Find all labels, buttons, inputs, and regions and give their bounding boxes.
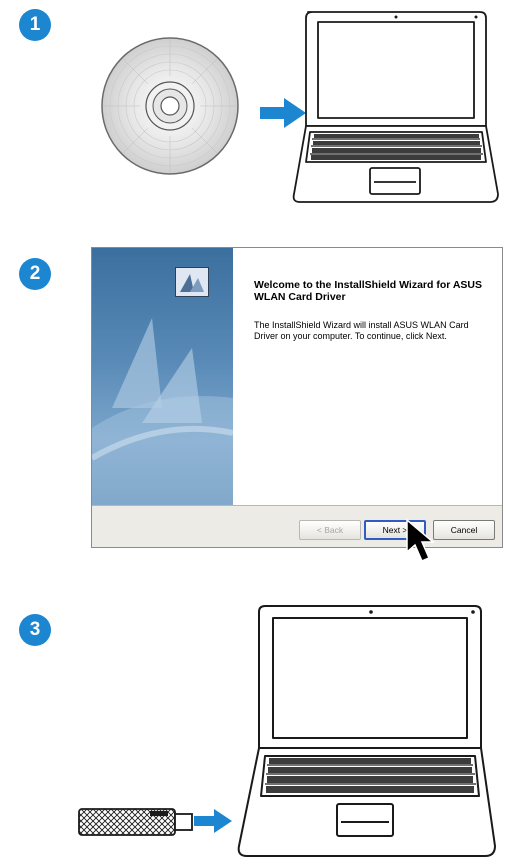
wizard-side-banner (92, 248, 233, 505)
step-2-badge: 2 (19, 258, 51, 290)
wizard-body-text: The InstallShield Wizard will install AS… (254, 320, 469, 341)
arrow-right-icon (194, 809, 232, 833)
installshield-wizard-window: Welcome to the InstallShield Wizard for … (91, 247, 503, 548)
installer-icon (175, 267, 209, 297)
cd-disc-icon (101, 37, 239, 175)
usb-adapter-icon (78, 808, 193, 836)
mouse-cursor-icon (406, 518, 436, 562)
step-3-badge: 3 (19, 614, 51, 646)
wizard-title: Welcome to the InstallShield Wizard for … (254, 279, 483, 303)
laptop-icon (237, 605, 496, 857)
back-button[interactable]: < Back (299, 520, 361, 540)
step-1-badge: 1 (19, 9, 51, 41)
laptop-icon (292, 11, 499, 203)
